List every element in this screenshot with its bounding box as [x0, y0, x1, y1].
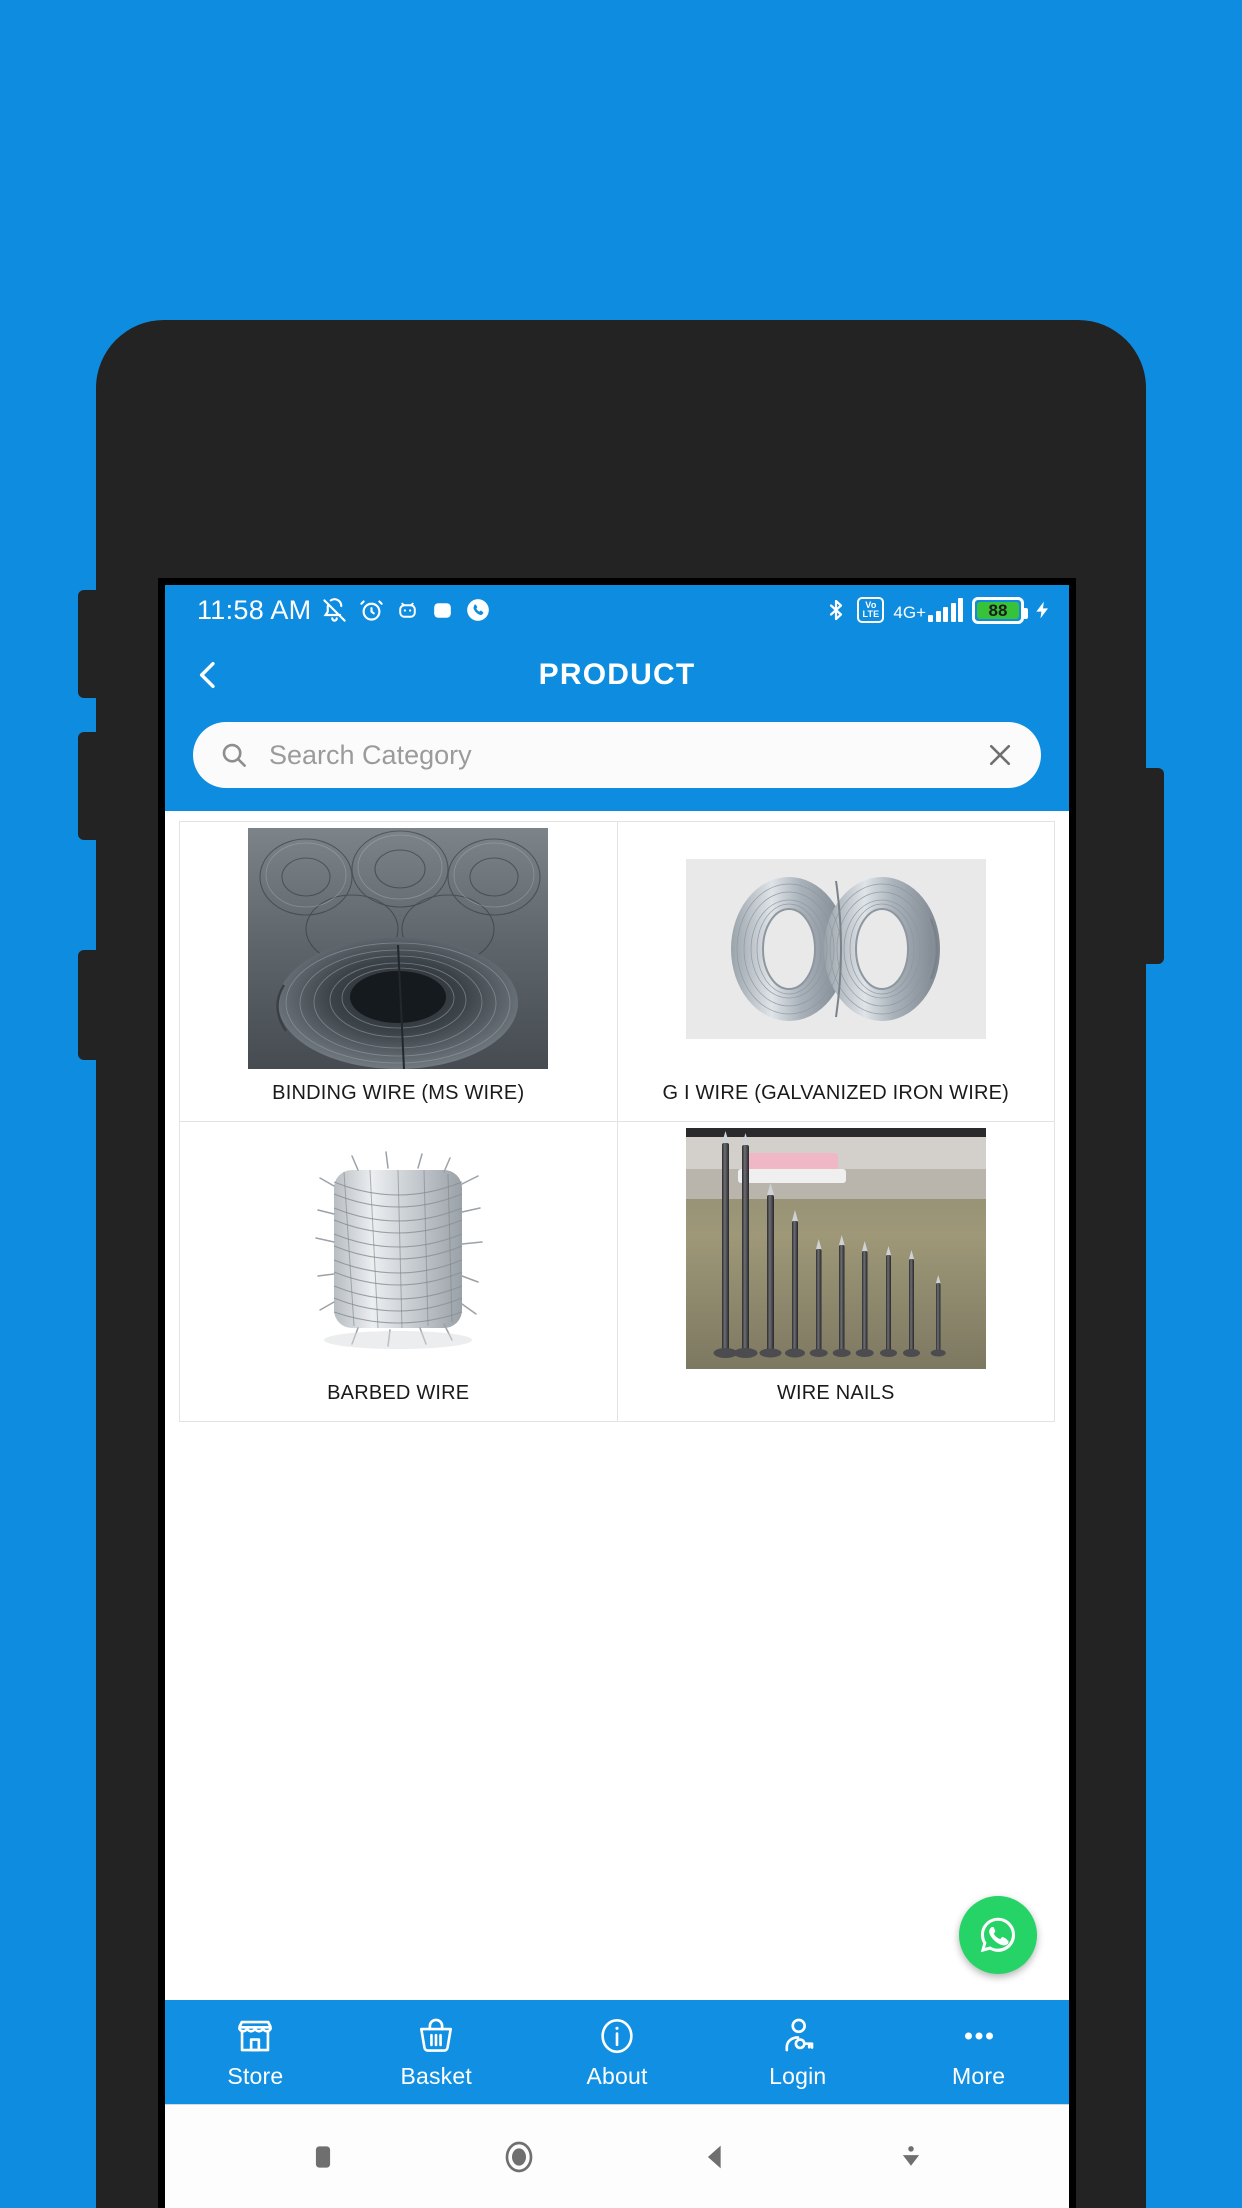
- back-button[interactable]: [165, 653, 251, 697]
- wire-nails-row-image: [624, 1128, 1049, 1369]
- bottom-navigation: Store Basket About Login More: [165, 2000, 1069, 2104]
- home-button[interactable]: [474, 2122, 564, 2192]
- whatsapp-button[interactable]: [959, 1896, 1037, 1974]
- search-bar-container: [165, 715, 1069, 811]
- alarm-icon: [360, 599, 384, 621]
- chevron-down-icon: [902, 2145, 920, 2166]
- signal-bars-icon: 4G+: [893, 598, 963, 622]
- product-card[interactable]: G I WIRE (GALVANIZED IRON WIRE): [617, 822, 1055, 1122]
- basket-icon: [415, 2014, 457, 2058]
- hide-keyboard-button[interactable]: [866, 2122, 956, 2192]
- store-icon: [234, 2014, 276, 2058]
- nav-label: About: [586, 2063, 648, 2089]
- product-card[interactable]: WIRE NAILS: [617, 1122, 1055, 1422]
- circle-icon: [505, 2141, 533, 2172]
- ellipsis-icon: [958, 2014, 1000, 2058]
- nav-label: Login: [769, 2063, 827, 2089]
- status-bar-right: Vo LTE 4G+ 88: [824, 596, 1053, 624]
- status-bar-left: 11:58 AM: [197, 595, 824, 626]
- app-bar: PRODUCT: [165, 635, 1069, 715]
- info-icon: [596, 2014, 638, 2058]
- nav-item-basket[interactable]: Basket: [346, 2014, 527, 2090]
- binding-wire-coils-image: [186, 828, 611, 1069]
- nav-label: More: [951, 2063, 1006, 2089]
- volte-icon: Vo LTE: [857, 597, 885, 623]
- product-card[interactable]: BARBED WIRE: [180, 1122, 618, 1422]
- phone-icon: [467, 599, 490, 621]
- android-navigation-bar: [165, 2104, 1069, 2208]
- product-list-container: BINDING WIRE (MS WIRE) G I WIRE (GALVANI…: [165, 811, 1069, 2000]
- status-clock: 11:58 AM: [197, 594, 312, 625]
- power-button[interactable]: [1142, 768, 1164, 964]
- app-square-icon: [434, 602, 452, 618]
- bell-off-icon: [323, 597, 347, 622]
- recents-button[interactable]: [278, 2122, 368, 2192]
- back-button[interactable]: [670, 2122, 760, 2192]
- product-label: BARBED WIRE: [327, 1382, 470, 1404]
- close-icon[interactable]: [985, 740, 1015, 770]
- nav-item-store[interactable]: Store: [165, 2014, 346, 2090]
- product-label: WIRE NAILS: [776, 1382, 895, 1404]
- gi-wire-coils-image: [624, 828, 1049, 1069]
- user-key-icon: [777, 2014, 819, 2058]
- triangle-left-icon: [707, 2145, 721, 2168]
- signal-bars: [928, 598, 963, 622]
- phone-screen: 11:58 AM Vo LTE 4G+ 88 PRODUCT Search Ca…: [158, 578, 1076, 2208]
- barbed-wire-roll-image: [186, 1128, 611, 1369]
- battery-icon: 88: [972, 596, 1028, 624]
- product-card[interactable]: BINDING WIRE (MS WIRE): [180, 822, 618, 1122]
- android-face-icon: [399, 602, 417, 618]
- product-label: BINDING WIRE (MS WIRE): [272, 1082, 525, 1104]
- nav-label: Basket: [400, 2063, 472, 2089]
- search-box[interactable]: [193, 722, 1041, 788]
- charging-bolt-icon: [1036, 601, 1048, 619]
- search-input[interactable]: [269, 739, 965, 771]
- nav-label: Store: [227, 2063, 284, 2089]
- bluetooth-icon: [830, 599, 843, 621]
- nav-item-more[interactable]: More: [888, 2014, 1069, 2090]
- whatsapp-icon: [980, 1917, 1016, 1953]
- nav-item-login[interactable]: Login: [707, 2014, 888, 2090]
- status-bar: 11:58 AM Vo LTE 4G+ 88: [165, 585, 1069, 635]
- search-icon: [222, 743, 246, 767]
- chevron-left-icon: [199, 661, 215, 689]
- nav-item-about[interactable]: About: [527, 2014, 708, 2090]
- page-title: PRODUCT: [538, 658, 696, 691]
- product-grid: BINDING WIRE (MS WIRE) G I WIRE (GALVANI…: [179, 821, 1055, 1422]
- side-button[interactable]: [78, 950, 100, 1060]
- product-label: G I WIRE (GALVANIZED IRON WIRE): [662, 1082, 1010, 1104]
- volume-up-button[interactable]: [78, 590, 100, 698]
- volume-down-button[interactable]: [78, 732, 100, 840]
- square-icon: [315, 2145, 331, 2168]
